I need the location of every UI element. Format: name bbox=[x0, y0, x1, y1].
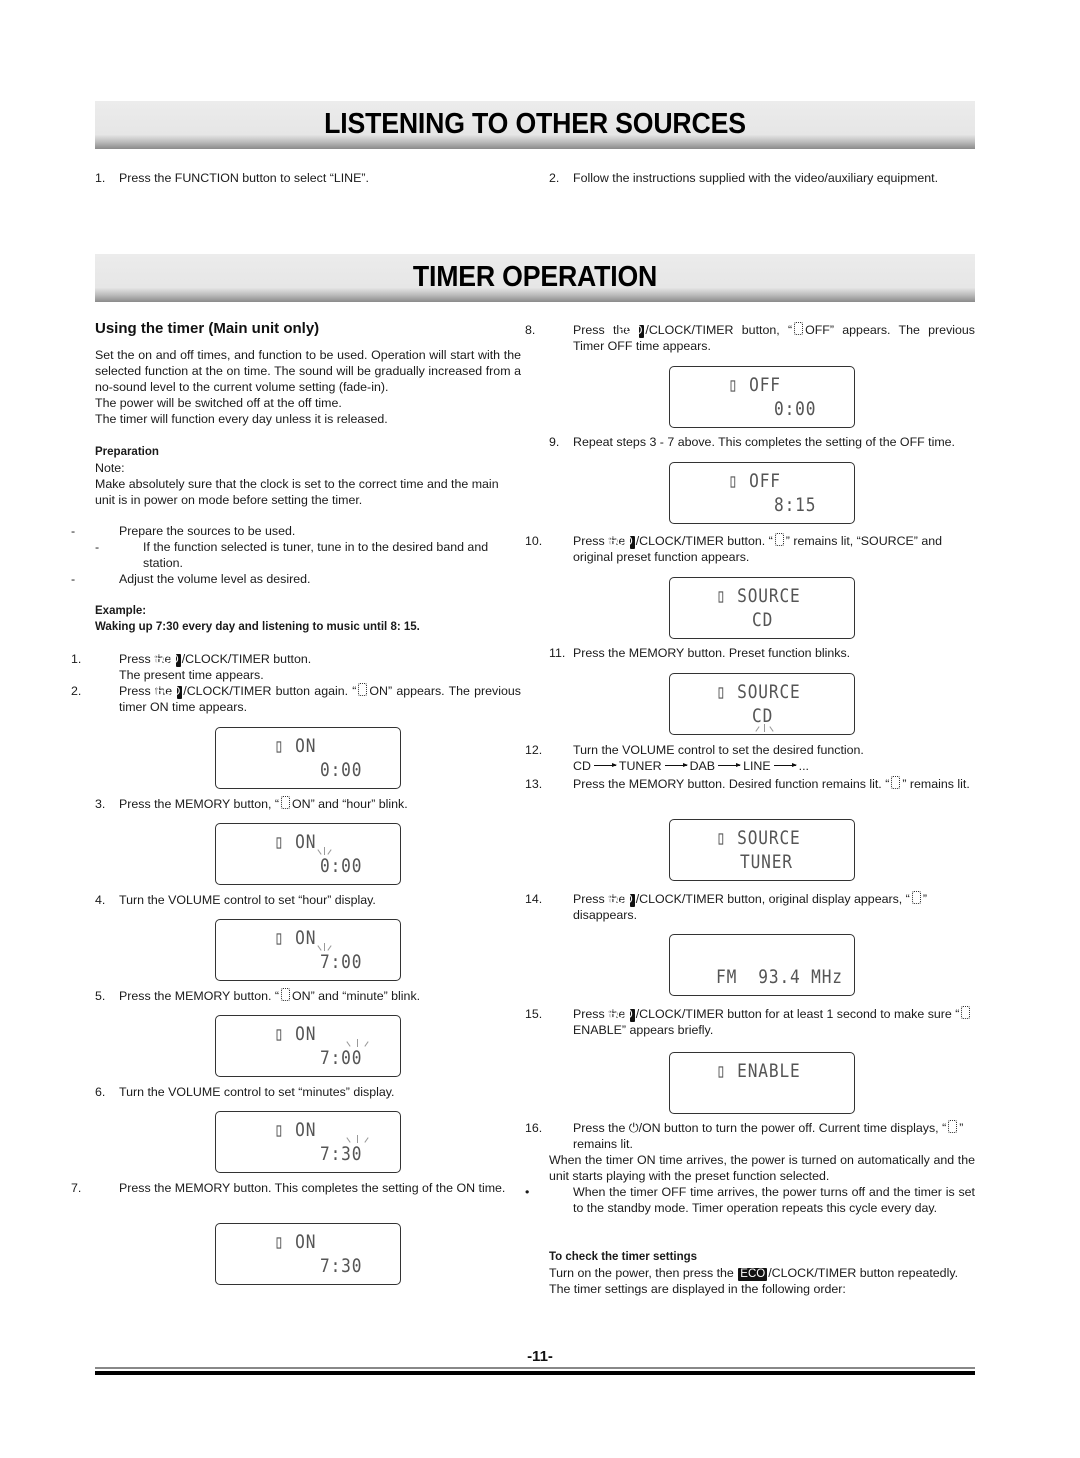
timer-step-1: 1. Press the ECO/CLOCK/TIMER button. The … bbox=[71, 652, 312, 682]
example-block: Example: Waking up 7:30 every day and li… bbox=[95, 605, 420, 633]
blink-indicator bbox=[317, 847, 332, 855]
check-heading: To check the timer settings bbox=[549, 1251, 698, 1263]
check-timer-block: To check the timer settings Turn on the … bbox=[549, 1249, 975, 1297]
timer-step-7: 7. Press the MEMORY button. This complete… bbox=[71, 1181, 506, 1195]
lcd-display: ▯ SOURCE CD bbox=[669, 673, 855, 735]
lcd-display: ▯ OFF 0:00 bbox=[669, 366, 855, 428]
preparation-block: Preparation Note: Make absolutely sure t… bbox=[95, 444, 521, 508]
function-sequence: CD TUNER DAB LINE... bbox=[573, 759, 809, 773]
lcd-display: ▯ ENABLE bbox=[669, 1052, 855, 1114]
preparation-list: - Prepare the sources to be used. - If the… bbox=[71, 523, 521, 587]
listening-step-1: 1. Press the FUNCTION button to select “L… bbox=[95, 171, 369, 185]
timer-after-paragraph: When the timer ON time arrives, the powe… bbox=[525, 1153, 975, 1215]
timer-step-12: 12. Turn the VOLUME control to set the de… bbox=[525, 742, 975, 774]
timer-icon bbox=[281, 988, 290, 1001]
list-item: - Adjust the volume level as desired. bbox=[71, 572, 311, 586]
intro-paragraph: Set the on and off times, and function t… bbox=[95, 348, 521, 426]
footer-rule-thick bbox=[95, 1371, 975, 1375]
lcd-display: ▯ OFF 8:15 bbox=[669, 462, 855, 524]
section-banner-timer: TIMER OPERATION bbox=[95, 254, 975, 302]
blink-indicator bbox=[754, 724, 774, 732]
timer-step-16: 16. Press the ⏻/ON button to turn the pow… bbox=[525, 1120, 964, 1151]
timer-step-2: 2. Press the ECO/CLOCK/TIMER button again… bbox=[71, 683, 521, 714]
arrow-right-icon bbox=[773, 763, 797, 767]
preparation-heading: Preparation bbox=[95, 446, 159, 458]
subsection-title: Using the timer (Main unit only) bbox=[95, 320, 320, 337]
eco-label: ECO bbox=[607, 894, 635, 907]
lcd-display: ▯ ON 7:00 bbox=[215, 1015, 401, 1077]
list-item: - Prepare the sources to be used. bbox=[71, 524, 296, 538]
timer-step-6: 6. Turn the VOLUME control to set “minute… bbox=[95, 1085, 395, 1099]
timer-icon bbox=[911, 891, 921, 904]
lcd-display: ▯ ON 7:30 bbox=[215, 1111, 401, 1173]
page-number: -11- bbox=[527, 1348, 553, 1365]
lcd-display: FM 93.4 MHz bbox=[669, 934, 855, 996]
timer-step-13: 13. Press the MEMORY button. Desired func… bbox=[525, 776, 970, 791]
lcd-display: ▯ ON 7:30 bbox=[215, 1223, 401, 1285]
timer-icon bbox=[281, 796, 290, 809]
lcd-display: ▯ SOURCE TUNER bbox=[669, 819, 855, 881]
timer-icon bbox=[774, 533, 784, 546]
eco-label: ECO bbox=[617, 325, 645, 338]
list-item: • When the timer OFF time arrives, the po… bbox=[525, 1185, 975, 1215]
arrow-right-icon bbox=[593, 763, 617, 767]
section-title: TIMER OPERATION bbox=[412, 261, 658, 293]
arrow-right-icon bbox=[664, 763, 688, 767]
lcd-display: ▯ ON 0:00 bbox=[215, 823, 401, 885]
section-title: LISTENING TO OTHER SOURCES bbox=[324, 108, 746, 140]
timer-step-4: 4. Turn the VOLUME control to set “hour” … bbox=[95, 893, 376, 907]
timer-step-15: 15. Press the ECO/CLOCK/TIMER button for … bbox=[525, 1006, 975, 1038]
eco-label: ECO bbox=[155, 686, 183, 699]
lcd-display: ▯ SOURCE CD bbox=[669, 577, 855, 639]
lcd-display: ▯ ON 7:00 bbox=[215, 919, 401, 981]
eco-label: ECO bbox=[607, 536, 635, 549]
eco-label: ECO bbox=[738, 1268, 768, 1281]
lcd-display: ▯ ON 0:00 bbox=[215, 727, 401, 789]
section-banner-listening: LISTENING TO OTHER SOURCES bbox=[95, 101, 975, 149]
timer-icon bbox=[358, 683, 368, 696]
preparation-note: Make absolutely sure that the clock is s… bbox=[95, 477, 499, 507]
eco-label: ECO bbox=[153, 654, 181, 667]
timer-icon bbox=[891, 776, 901, 789]
timer-step-14: 14. Press the ECO/CLOCK/TIMER button, ori… bbox=[525, 891, 927, 922]
timer-step-5: 5. Press the MEMORY button. “ON” and “min… bbox=[95, 988, 421, 1003]
timer-icon bbox=[961, 1006, 971, 1019]
blink-indicator bbox=[345, 1039, 369, 1047]
listening-step-2: 2. Follow the instructions supplied with … bbox=[549, 171, 939, 185]
timer-icon bbox=[948, 1120, 958, 1133]
timer-step-11: 11. Press the MEMORY button. Preset funct… bbox=[549, 646, 851, 660]
timer-step-3: 3. Press the MEMORY button, “ON” and “hou… bbox=[95, 796, 408, 811]
blink-indicator bbox=[345, 1135, 369, 1143]
eco-label: ECO bbox=[607, 1009, 635, 1022]
timer-icon bbox=[794, 322, 804, 335]
arrow-right-icon bbox=[718, 763, 742, 767]
footer-rule bbox=[95, 1367, 975, 1369]
timer-step-10: 10. Press the ECO/CLOCK/TIMER button. “” … bbox=[525, 533, 943, 564]
timer-step-8: 8. Press the ECO/CLOCK/TIMER button, “OFF… bbox=[525, 322, 976, 353]
list-item: - If the function selected is tuner, tune… bbox=[95, 540, 489, 570]
blink-indicator bbox=[317, 943, 332, 951]
timer-step-9: 9. Repeat steps 3 - 7 above. This complet… bbox=[549, 435, 956, 449]
